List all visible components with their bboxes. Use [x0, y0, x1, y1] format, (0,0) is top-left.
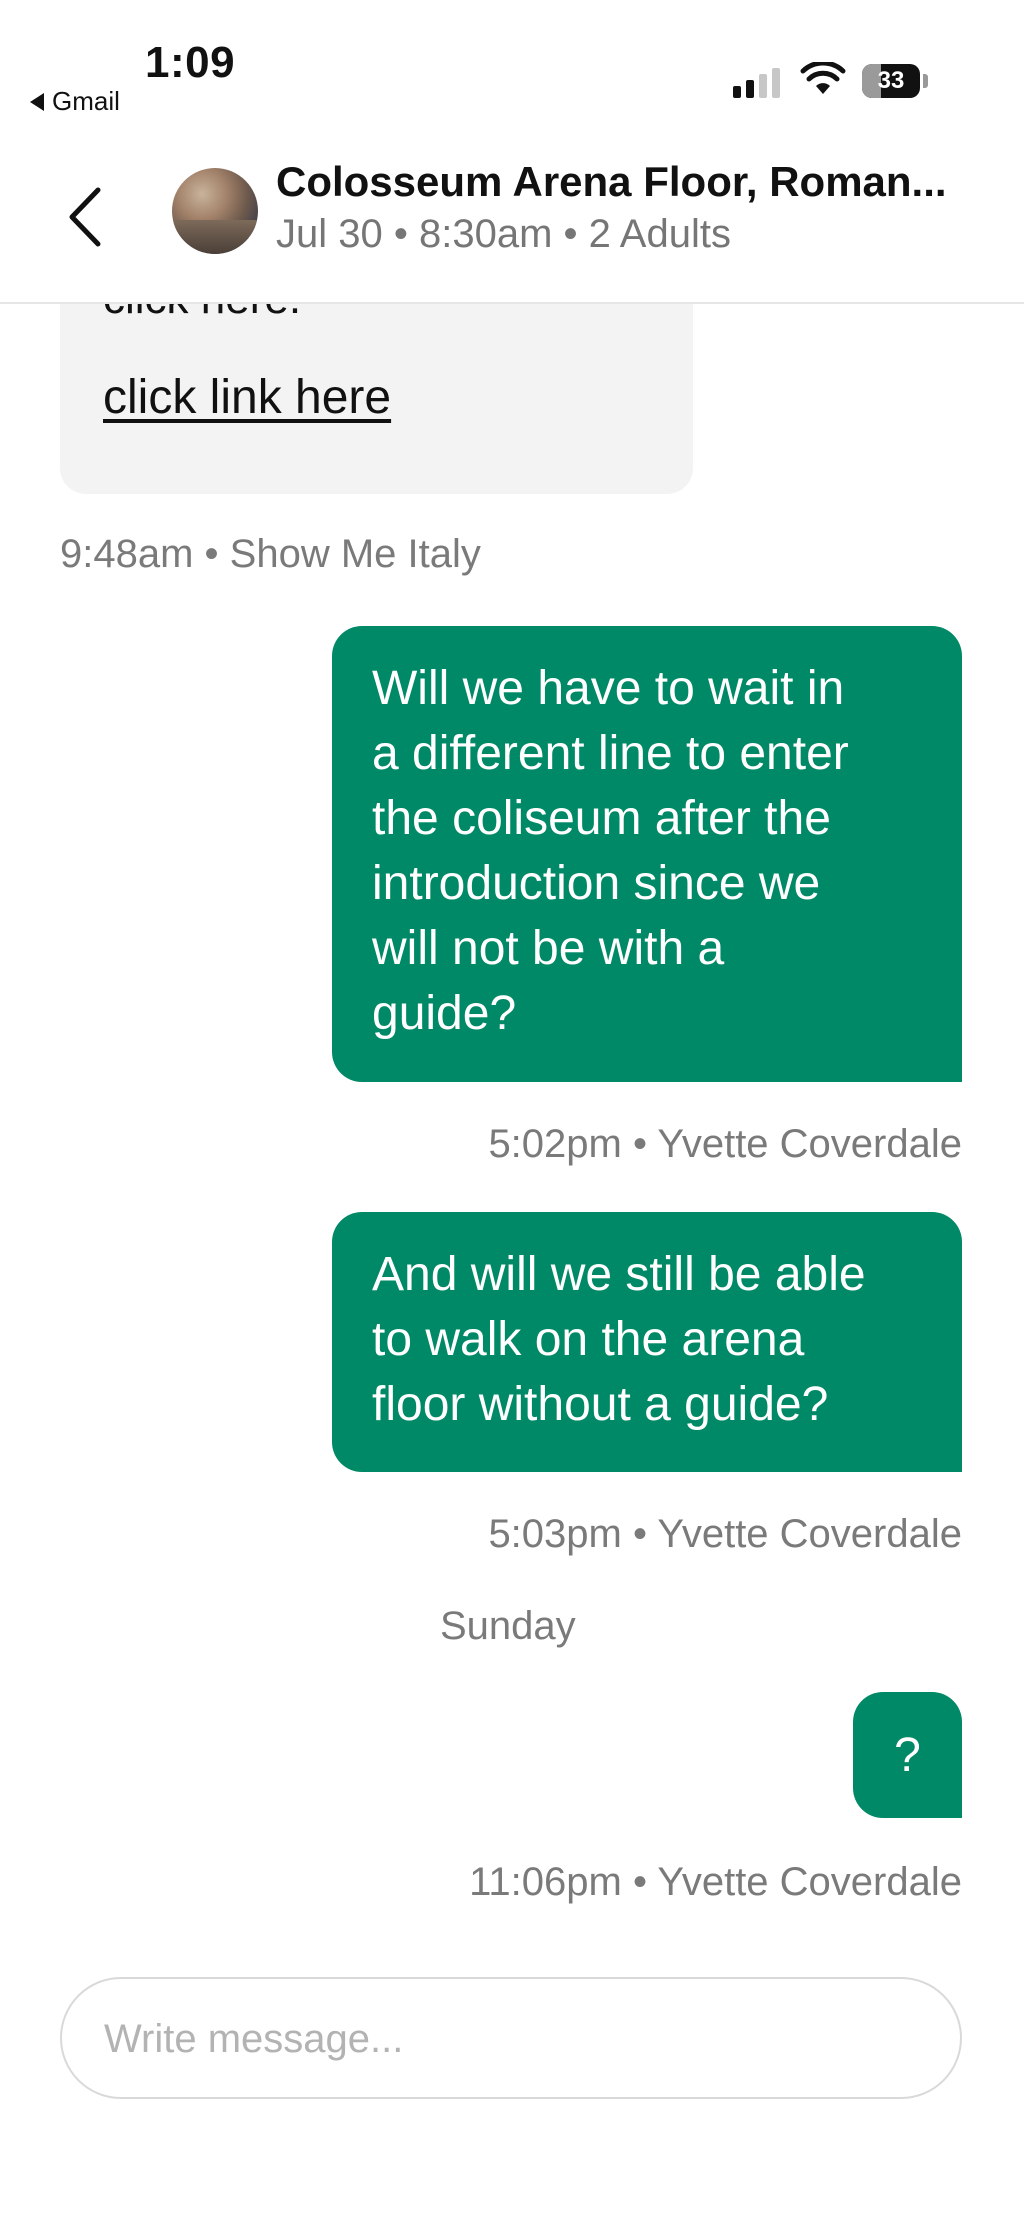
conversation-header: Colosseum Arena Floor, Roman... Jul 30 •…	[0, 140, 1024, 304]
message-line: will not be with a	[372, 922, 725, 975]
message-line: a different line to enter	[372, 727, 849, 780]
message-line: Will we have to wait in	[372, 662, 845, 715]
clock: 1:09	[145, 38, 236, 87]
outgoing-message-bubble: And will we still be able to walk on the…	[332, 1212, 962, 1472]
status-bar: 1:09 Gmail 33	[0, 0, 1024, 130]
outgoing-message-meta: 5:02pm • Yvette Coverdale	[488, 1122, 962, 1166]
conversation-title[interactable]: Colosseum Arena Floor, Roman...	[276, 158, 947, 206]
incoming-text-partial: click here.	[103, 304, 301, 324]
outgoing-message-bubble: ?	[853, 1692, 962, 1818]
message-text: ?	[894, 1728, 921, 1782]
back-chevron-icon[interactable]	[60, 182, 110, 252]
outgoing-message-bubble: Will we have to wait in a different line…	[332, 626, 962, 1082]
incoming-message-bubble: click here. click link here	[60, 304, 693, 494]
cellular-signal-icon	[733, 68, 780, 98]
message-thread[interactable]: click here. click link here 9:48am • Sho…	[0, 304, 1024, 1944]
message-line: the coliseum after the	[372, 792, 831, 845]
back-triangle-icon	[30, 92, 44, 111]
battery-icon: 33	[862, 64, 920, 98]
wifi-icon	[800, 62, 846, 94]
day-separator: Sunday	[440, 1604, 576, 1648]
message-input[interactable]	[102, 1979, 926, 2099]
battery-nub	[923, 74, 928, 88]
outgoing-message-meta: 5:03pm • Yvette Coverdale	[488, 1512, 962, 1556]
message-line: introduction since we	[372, 857, 821, 910]
message-composer	[60, 1977, 962, 2099]
booking-details: Jul 30 • 8:30am • 2 Adults	[276, 212, 731, 256]
incoming-message-meta: 9:48am • Show Me Italy	[60, 532, 481, 576]
click-link-here[interactable]: click link here	[103, 370, 391, 425]
message-line: to walk on the arena	[372, 1313, 805, 1366]
message-line: floor without a guide?	[372, 1378, 829, 1431]
back-to-app-link[interactable]: Gmail	[30, 86, 120, 117]
tour-avatar[interactable]	[172, 168, 258, 254]
message-line: And will we still be able	[372, 1248, 866, 1301]
back-app-label: Gmail	[52, 86, 120, 116]
battery-level: 33	[877, 67, 905, 94]
outgoing-message-meta: 11:06pm • Yvette Coverdale	[469, 1860, 962, 1904]
message-line: guide?	[372, 987, 517, 1040]
